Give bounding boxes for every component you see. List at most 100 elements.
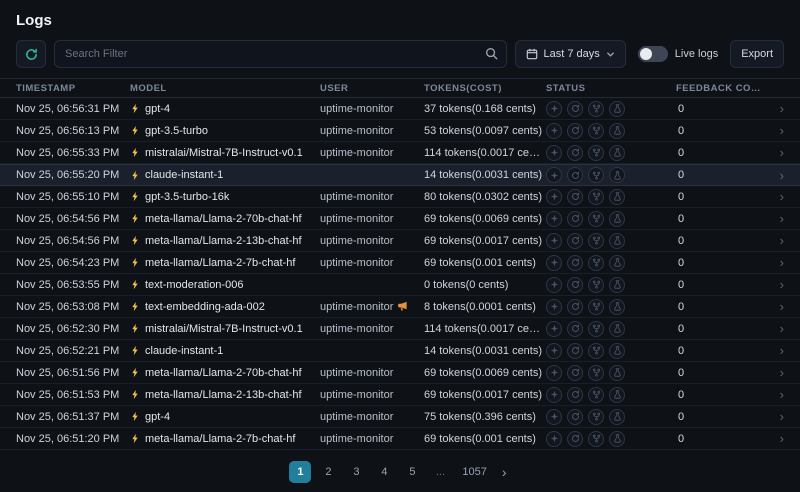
table-row[interactable]: Nov 25, 06:51:53 PM meta-llama/Llama-2-1…	[0, 384, 800, 406]
table-row[interactable]: Nov 25, 06:55:33 PM mistralai/Mistral-7B…	[0, 142, 800, 164]
table-row[interactable]: Nov 25, 06:55:10 PM gpt-3.5-turbo-16k up…	[0, 186, 800, 208]
flask-icon[interactable]	[609, 343, 625, 359]
row-chevron-right-icon[interactable]: ›	[766, 233, 784, 248]
fork-icon[interactable]	[588, 343, 604, 359]
flask-icon[interactable]	[609, 233, 625, 249]
date-range-button[interactable]: Last 7 days	[515, 40, 626, 68]
retry-icon[interactable]	[567, 167, 583, 183]
retry-icon[interactable]	[567, 387, 583, 403]
row-chevron-right-icon[interactable]: ›	[766, 409, 784, 424]
retry-icon[interactable]	[567, 343, 583, 359]
table-row[interactable]: Nov 25, 06:55:20 PM claude-instant-1 14 …	[0, 164, 800, 186]
sparkle-icon[interactable]	[546, 409, 562, 425]
table-row[interactable]: Nov 25, 06:56:31 PM gpt-4 uptime-monitor…	[0, 98, 800, 120]
page-button-4[interactable]: 4	[373, 461, 395, 483]
live-logs-toggle[interactable]	[638, 46, 668, 62]
row-chevron-right-icon[interactable]: ›	[766, 211, 784, 226]
table-row[interactable]: Nov 25, 06:54:56 PM meta-llama/Llama-2-1…	[0, 230, 800, 252]
row-chevron-right-icon[interactable]: ›	[766, 343, 784, 358]
table-row[interactable]: Nov 25, 06:54:56 PM meta-llama/Llama-2-7…	[0, 208, 800, 230]
sparkle-icon[interactable]	[546, 299, 562, 315]
flask-icon[interactable]	[609, 321, 625, 337]
fork-icon[interactable]	[588, 409, 604, 425]
fork-icon[interactable]	[588, 189, 604, 205]
export-button[interactable]: Export	[730, 40, 784, 68]
row-chevron-right-icon[interactable]: ›	[766, 168, 784, 183]
fork-icon[interactable]	[588, 365, 604, 381]
sparkle-icon[interactable]	[546, 233, 562, 249]
page-button-2[interactable]: 2	[317, 461, 339, 483]
row-chevron-right-icon[interactable]: ›	[766, 321, 784, 336]
flask-icon[interactable]	[609, 277, 625, 293]
flask-icon[interactable]	[609, 189, 625, 205]
retry-icon[interactable]	[567, 277, 583, 293]
retry-icon[interactable]	[567, 189, 583, 205]
row-chevron-right-icon[interactable]: ›	[766, 299, 784, 314]
refresh-button[interactable]	[16, 40, 46, 68]
retry-icon[interactable]	[567, 409, 583, 425]
sparkle-icon[interactable]	[546, 167, 562, 183]
flask-icon[interactable]	[609, 211, 625, 227]
retry-icon[interactable]	[567, 299, 583, 315]
fork-icon[interactable]	[588, 299, 604, 315]
page-button-1057[interactable]: 1057	[457, 461, 491, 483]
flask-icon[interactable]	[609, 387, 625, 403]
sparkle-icon[interactable]	[546, 145, 562, 161]
flask-icon[interactable]	[609, 145, 625, 161]
table-row[interactable]: Nov 25, 06:51:37 PM gpt-4 uptime-monitor…	[0, 406, 800, 428]
row-chevron-right-icon[interactable]: ›	[766, 431, 784, 446]
fork-icon[interactable]	[588, 233, 604, 249]
page-button-3[interactable]: 3	[345, 461, 367, 483]
table-row[interactable]: Nov 25, 06:54:23 PM meta-llama/Llama-2-7…	[0, 252, 800, 274]
flask-icon[interactable]	[609, 101, 625, 117]
row-chevron-right-icon[interactable]: ›	[766, 365, 784, 380]
retry-icon[interactable]	[567, 365, 583, 381]
flask-icon[interactable]	[609, 299, 625, 315]
sparkle-icon[interactable]	[546, 431, 562, 447]
row-chevron-right-icon[interactable]: ›	[766, 277, 784, 292]
fork-icon[interactable]	[588, 145, 604, 161]
row-chevron-right-icon[interactable]: ›	[766, 145, 784, 160]
fork-icon[interactable]	[588, 255, 604, 271]
retry-icon[interactable]	[567, 211, 583, 227]
sparkle-icon[interactable]	[546, 101, 562, 117]
retry-icon[interactable]	[567, 255, 583, 271]
flask-icon[interactable]	[609, 365, 625, 381]
table-row[interactable]: Nov 25, 06:51:56 PM meta-llama/Llama-2-7…	[0, 362, 800, 384]
fork-icon[interactable]	[588, 211, 604, 227]
search-input[interactable]	[54, 40, 507, 68]
fork-icon[interactable]	[588, 101, 604, 117]
sparkle-icon[interactable]	[546, 343, 562, 359]
table-row[interactable]: Nov 25, 06:53:08 PM text-embedding-ada-0…	[0, 296, 800, 318]
row-chevron-right-icon[interactable]: ›	[766, 123, 784, 138]
row-chevron-right-icon[interactable]: ›	[766, 255, 784, 270]
sparkle-icon[interactable]	[546, 189, 562, 205]
flask-icon[interactable]	[609, 167, 625, 183]
fork-icon[interactable]	[588, 277, 604, 293]
retry-icon[interactable]	[567, 101, 583, 117]
retry-icon[interactable]	[567, 233, 583, 249]
sparkle-icon[interactable]	[546, 387, 562, 403]
row-chevron-right-icon[interactable]: ›	[766, 189, 784, 204]
sparkle-icon[interactable]	[546, 277, 562, 293]
page-button-1[interactable]: 1	[289, 461, 311, 483]
sparkle-icon[interactable]	[546, 321, 562, 337]
row-chevron-right-icon[interactable]: ›	[766, 101, 784, 116]
retry-icon[interactable]	[567, 321, 583, 337]
flask-icon[interactable]	[609, 255, 625, 271]
fork-icon[interactable]	[588, 167, 604, 183]
retry-icon[interactable]	[567, 431, 583, 447]
sparkle-icon[interactable]	[546, 255, 562, 271]
next-page-button[interactable]: ›	[498, 464, 511, 480]
sparkle-icon[interactable]	[546, 365, 562, 381]
fork-icon[interactable]	[588, 387, 604, 403]
page-button-5[interactable]: 5	[401, 461, 423, 483]
fork-icon[interactable]	[588, 123, 604, 139]
table-row[interactable]: Nov 25, 06:52:30 PM mistralai/Mistral-7B…	[0, 318, 800, 340]
flask-icon[interactable]	[609, 409, 625, 425]
retry-icon[interactable]	[567, 123, 583, 139]
fork-icon[interactable]	[588, 431, 604, 447]
sparkle-icon[interactable]	[546, 211, 562, 227]
sparkle-icon[interactable]	[546, 123, 562, 139]
table-row[interactable]: Nov 25, 06:51:20 PM meta-llama/Llama-2-7…	[0, 428, 800, 450]
